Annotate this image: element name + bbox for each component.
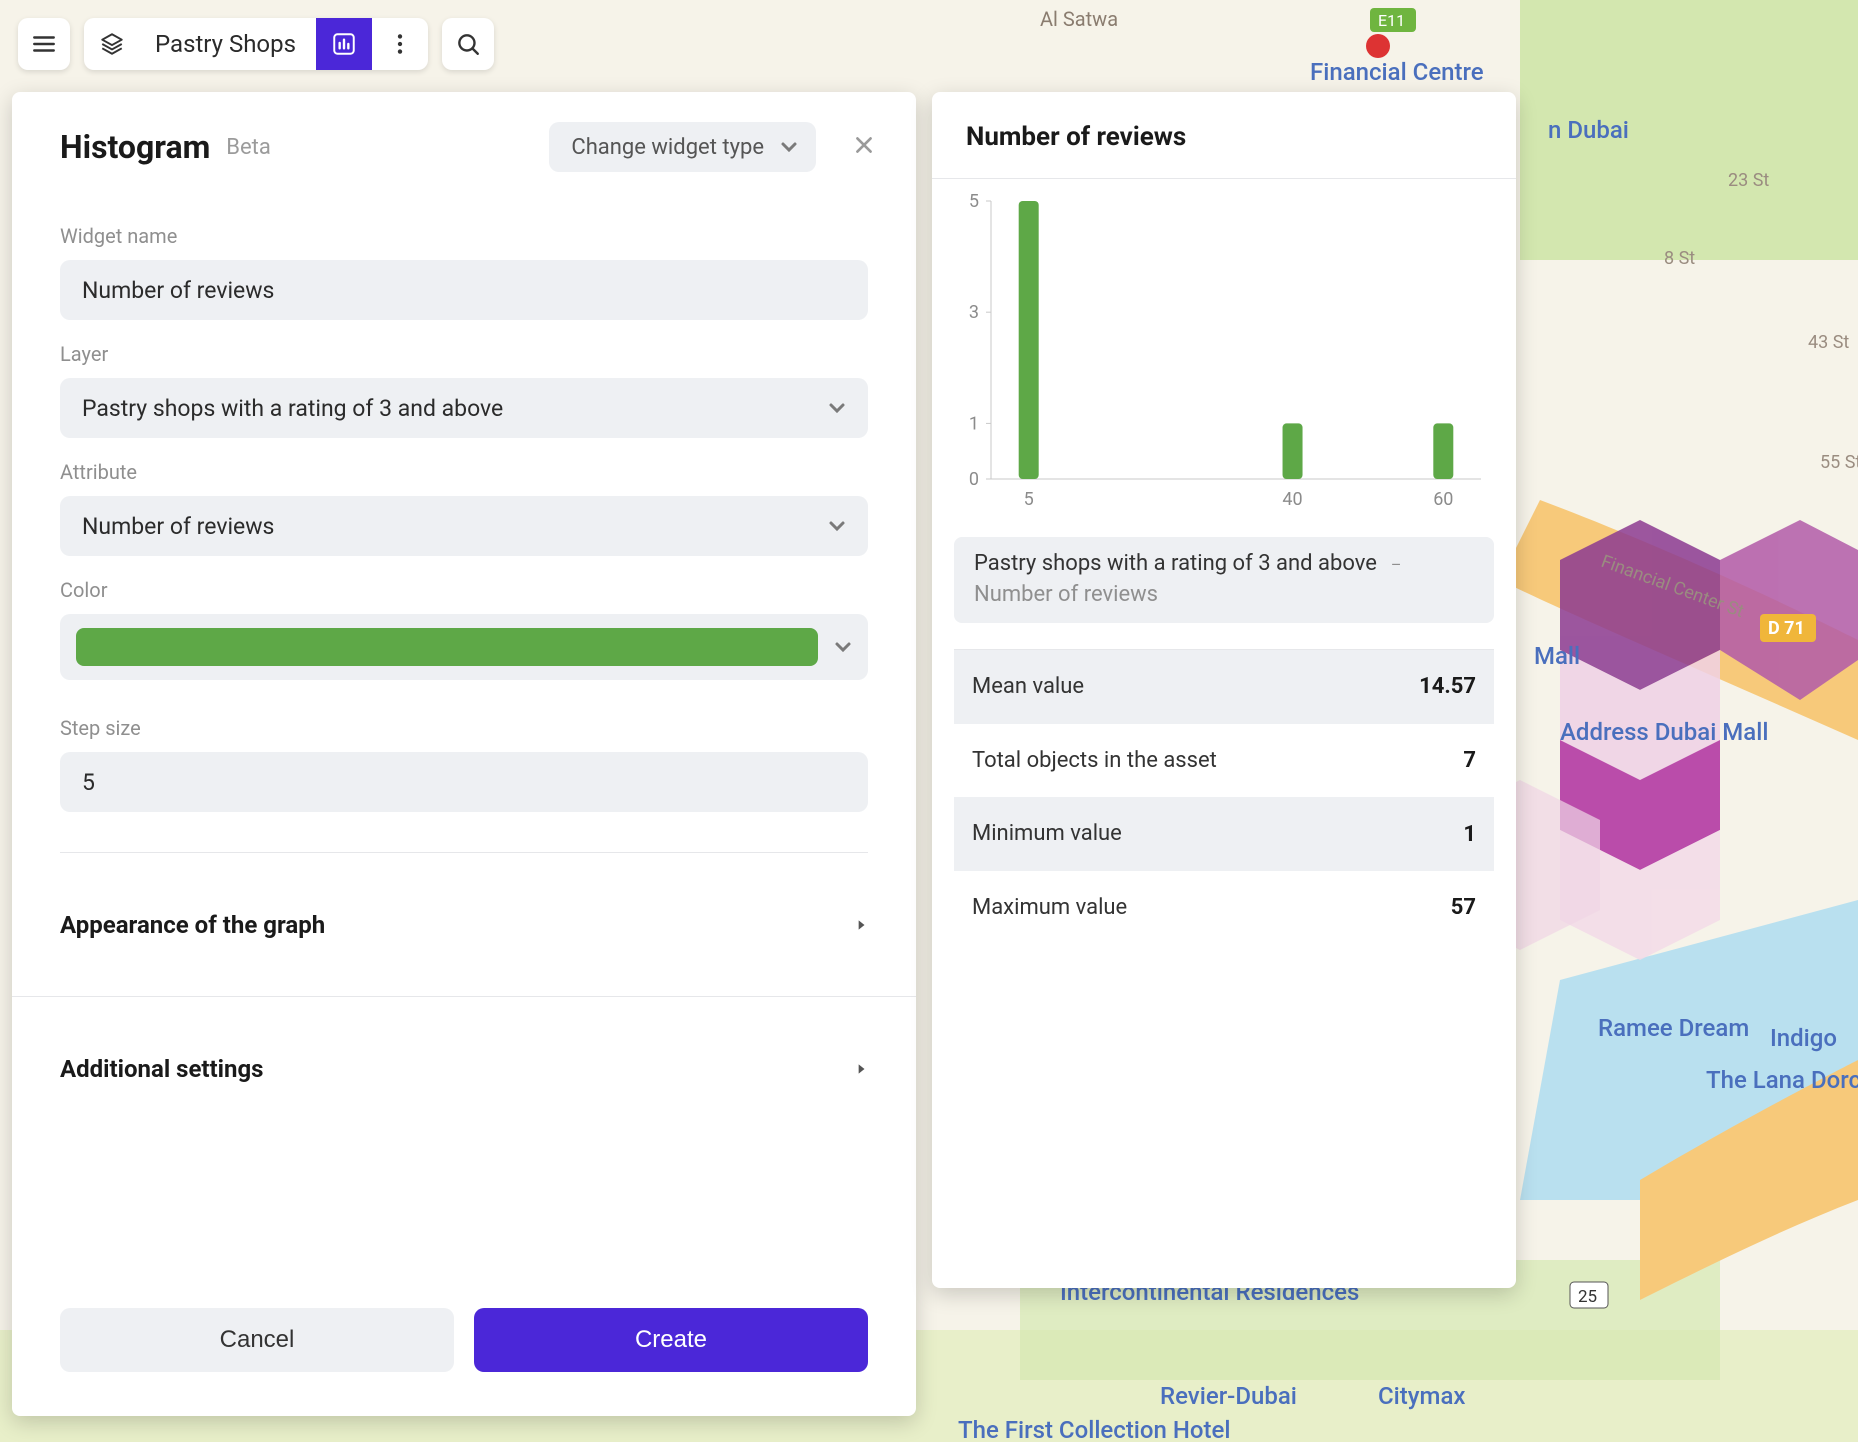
search-button[interactable] — [442, 18, 494, 70]
map-poi-label: Indigo — [1770, 1024, 1837, 1052]
map-poi-label: The Lana Dorches — [1706, 1066, 1858, 1094]
layers-button[interactable] — [84, 18, 140, 70]
source-layer: Pastry shops with a rating of 3 and abov… — [974, 551, 1377, 576]
svg-text:25: 25 — [1578, 1287, 1597, 1307]
map-poi-label: Ramee Dream — [1598, 1014, 1749, 1042]
svg-text:40: 40 — [1282, 489, 1302, 510]
map-poi-label: Address Dubai Mall — [1560, 718, 1768, 746]
stat-row-min: Minimum value 1 — [954, 797, 1494, 871]
attribute-label: Attribute — [60, 460, 868, 484]
map-road-label: 55 St — [1820, 452, 1858, 473]
close-button[interactable] — [846, 134, 882, 160]
bar-chart-icon — [331, 31, 357, 57]
more-button[interactable] — [372, 18, 428, 70]
appearance-label: Appearance of the graph — [60, 911, 325, 939]
search-icon — [455, 31, 481, 57]
stat-row-total: Total objects in the asset 7 — [954, 724, 1494, 798]
additional-label: Additional settings — [60, 1055, 264, 1083]
stat-value: 1 — [1463, 822, 1476, 847]
menu-button[interactable] — [18, 18, 70, 70]
layer-value: Pastry shops with a rating of 3 and abov… — [82, 395, 503, 422]
statistics-list: Mean value 14.57 Total objects in the as… — [954, 649, 1494, 945]
widgets-button[interactable] — [316, 18, 372, 70]
source-separator: – — [1391, 555, 1402, 574]
config-footer: Cancel Create — [12, 1280, 916, 1416]
stat-label: Minimum value — [972, 819, 1122, 849]
hamburger-icon — [31, 31, 57, 57]
beta-badge: Beta — [226, 135, 271, 160]
preview-header: Number of reviews — [932, 92, 1516, 160]
stat-label: Total objects in the asset — [972, 746, 1217, 776]
map-area-label: Al Satwa — [1040, 7, 1118, 31]
additional-section-toggle[interactable]: Additional settings — [12, 997, 916, 1141]
widget-name-label: Widget name — [60, 224, 868, 248]
data-source-box: Pastry shops with a rating of 3 and abov… — [954, 537, 1494, 623]
stat-label: Mean value — [972, 672, 1084, 702]
appearance-section-toggle[interactable]: Appearance of the graph — [12, 853, 916, 997]
change-type-label: Change widget type — [571, 135, 764, 160]
color-select[interactable] — [60, 614, 868, 680]
attribute-select[interactable]: Number of reviews — [60, 496, 868, 556]
svg-text:3: 3 — [969, 302, 979, 323]
map-poi-label: Citymax — [1378, 1382, 1465, 1410]
color-swatch — [76, 628, 818, 666]
stat-value: 57 — [1451, 895, 1476, 920]
stat-value: 14.57 — [1419, 674, 1476, 699]
svg-text:5: 5 — [1024, 489, 1034, 510]
layer-select[interactable]: Pastry shops with a rating of 3 and abov… — [60, 378, 868, 438]
stat-row-mean: Mean value 14.57 — [954, 650, 1494, 724]
step-size-input[interactable]: 5 — [60, 752, 868, 812]
map-poi-label: Financial Centre — [1310, 58, 1484, 86]
widget-preview-panel: Number of reviews 0 1 3 5 5 40 60 Pastry shops… — [932, 92, 1516, 1288]
config-title: Histogram — [60, 128, 210, 166]
preview-title: Number of reviews — [966, 122, 1482, 152]
chevron-down-icon — [834, 638, 852, 656]
map-poi-label: Revier-Dubai — [1160, 1382, 1297, 1410]
close-icon — [853, 134, 875, 156]
source-attribute: Number of reviews — [974, 582, 1474, 607]
map-road-label: 43 St — [1808, 332, 1849, 353]
chevron-right-icon — [854, 1062, 868, 1076]
project-group: Pastry Shops — [84, 18, 428, 70]
project-title[interactable]: Pastry Shops — [140, 18, 316, 70]
change-widget-type-select[interactable]: Change widget type — [549, 122, 816, 172]
map-road-label: 23 St — [1728, 170, 1769, 191]
step-value: 5 — [82, 769, 95, 796]
map-poi-label: The First Collection Hotel — [958, 1416, 1230, 1442]
map-road-label: 8 St — [1664, 248, 1695, 269]
color-label: Color — [60, 578, 868, 602]
cancel-button[interactable]: Cancel — [60, 1308, 454, 1372]
stat-value: 7 — [1463, 748, 1476, 773]
config-panel-header: Histogram Beta Change widget type — [12, 92, 916, 198]
create-button[interactable]: Create — [474, 1308, 868, 1372]
map-poi-label: n Dubai — [1548, 116, 1629, 144]
chevron-down-icon — [828, 517, 846, 535]
layer-label: Layer — [60, 342, 868, 366]
layers-icon — [99, 31, 125, 57]
widget-config-panel: Histogram Beta Change widget type Widget… — [12, 92, 916, 1416]
stat-row-max: Maximum value 57 — [954, 871, 1494, 945]
svg-text:1: 1 — [969, 413, 979, 434]
chevron-right-icon — [854, 918, 868, 932]
stat-label: Maximum value — [972, 893, 1127, 923]
widget-name-value: Number of reviews — [82, 277, 274, 304]
attribute-value: Number of reviews — [82, 513, 274, 540]
map-poi-label: Mall — [1534, 642, 1580, 670]
svg-text:60: 60 — [1433, 489, 1453, 510]
config-form: Widget name Number of reviews Layer Past… — [12, 198, 916, 853]
chevron-down-icon — [828, 399, 846, 417]
widget-name-input[interactable]: Number of reviews — [60, 260, 868, 320]
svg-text:0: 0 — [969, 469, 979, 490]
step-label: Step size — [60, 716, 868, 740]
top-toolbar: Pastry Shops — [18, 18, 494, 70]
svg-text:5: 5 — [969, 191, 979, 212]
svg-text:E11: E11 — [1378, 11, 1405, 30]
kebab-icon — [387, 31, 413, 57]
svg-text:D 71: D 71 — [1768, 618, 1805, 639]
histogram-chart: 0 1 3 5 5 40 60 — [932, 179, 1516, 519]
chevron-down-icon — [780, 138, 798, 156]
